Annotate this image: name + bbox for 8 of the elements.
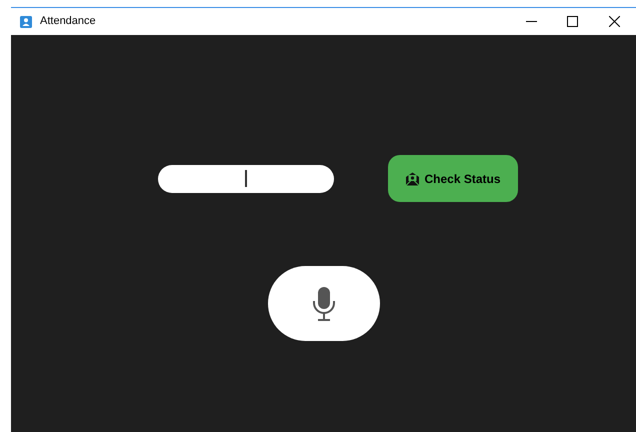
maximize-icon[interactable]: [567, 16, 578, 27]
check-status-button[interactable]: Check Status: [388, 155, 518, 202]
input-field[interactable]: [158, 164, 334, 192]
app-icon: [20, 16, 32, 28]
microphone-icon: [311, 286, 337, 322]
window-title: Attendance: [40, 14, 96, 30]
envelope-icon: [405, 172, 420, 186]
close-icon[interactable]: [609, 16, 620, 27]
